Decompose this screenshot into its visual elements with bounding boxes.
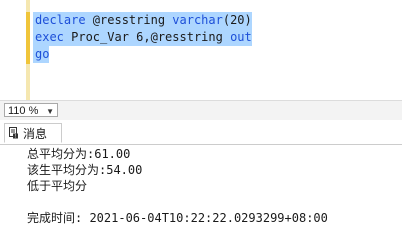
tab-messages[interactable]: ! 消息 <box>4 123 62 143</box>
message-line <box>27 194 328 210</box>
code-keyword: varchar <box>172 13 223 27</box>
message-line: 低于平均分 <box>27 179 88 193</box>
zoom-bar: 110 % ▼ <box>0 100 402 121</box>
code-line-1[interactable]: declare @resstring varchar(20) <box>33 12 252 29</box>
code-text: Proc_Var 6,@resstring <box>63 30 231 44</box>
message-line: 总平均分为:61.00 <box>27 147 131 161</box>
message-icon: ! <box>9 127 18 139</box>
tab-label: 消息 <box>23 126 48 141</box>
code-keyword: out <box>230 30 252 44</box>
results-tab-strip: ! 消息 <box>0 120 402 145</box>
editor-gutter <box>0 0 26 100</box>
change-marker <box>26 12 30 64</box>
code-line-3[interactable]: go <box>33 46 252 63</box>
svg-text:!: ! <box>14 134 16 139</box>
message-line: 该生平均分为:54.00 <box>27 163 143 177</box>
zoom-value: 110 % <box>8 105 39 117</box>
sql-editor[interactable]: declare @resstring varchar(20) exec Proc… <box>0 0 402 100</box>
zoom-select[interactable]: 110 % ▼ <box>4 103 58 117</box>
code-keyword: declare <box>35 13 86 27</box>
code-keyword: exec <box>35 30 64 44</box>
message-line: 完成时间: 2021-06-04T10:22:22.0293299+08:00 <box>27 211 328 225</box>
messages-panel: 总平均分为:61.00 该生平均分为:54.00 低于平均分 完成时间: 202… <box>27 146 328 226</box>
code-text: @resstring <box>85 13 173 27</box>
code-keyword: go <box>35 47 50 61</box>
code-text: (20) <box>222 13 252 27</box>
chevron-down-icon[interactable]: ▼ <box>46 105 54 119</box>
code-line-2[interactable]: exec Proc_Var 6,@resstring out <box>33 29 252 46</box>
code-area[interactable]: declare @resstring varchar(20) exec Proc… <box>33 12 252 63</box>
